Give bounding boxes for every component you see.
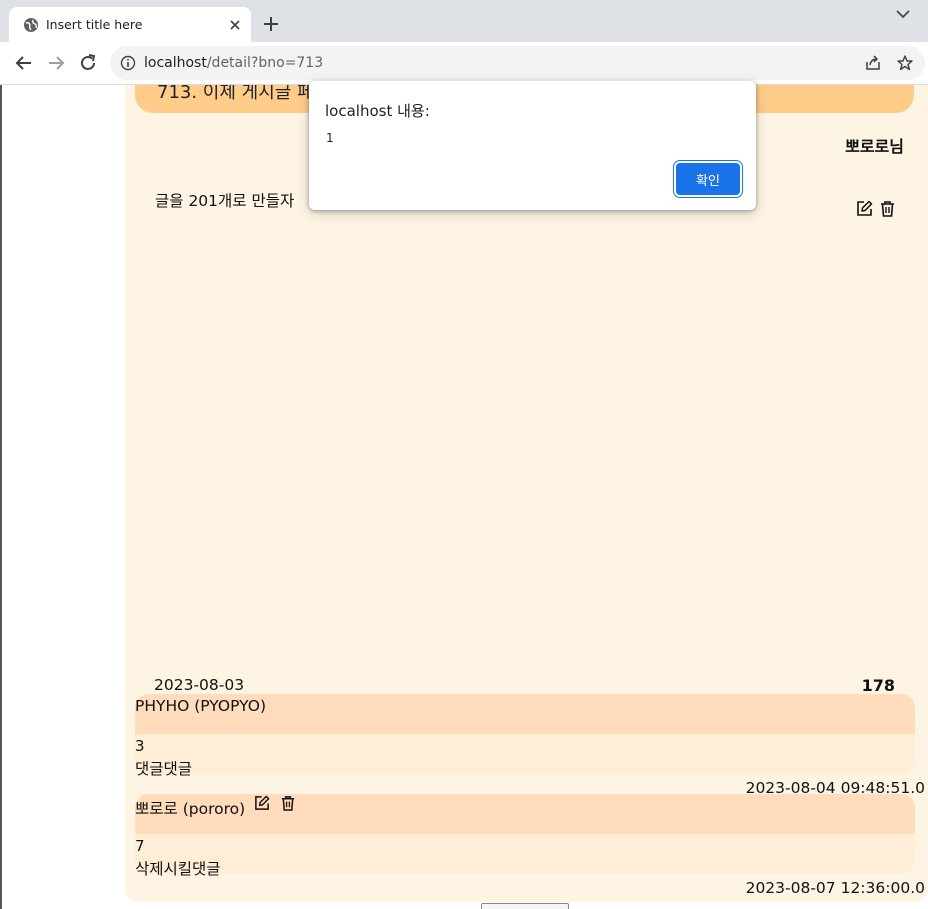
comment-body: 3 댓글댓글 — [135, 734, 915, 778]
comment-body: 7 삭제시킬댓글 — [135, 834, 915, 878]
address-bar[interactable]: localhost/detail?bno=713 — [110, 46, 925, 80]
comment-writer: 뽀로로 (pororo) — [135, 800, 246, 818]
post-author: 뽀로로님 — [845, 137, 904, 156]
edit-icon[interactable] — [254, 795, 270, 811]
comment-number: 3 — [135, 737, 145, 755]
comment-header: 뽀로로 (pororo) — [135, 794, 915, 834]
trash-icon[interactable] — [879, 200, 896, 217]
chevron-down-icon[interactable] — [893, 5, 913, 23]
back-arrow-icon[interactable] — [14, 53, 34, 73]
post-title: 713. 이제 게시글 페 — [157, 85, 314, 103]
info-icon[interactable] — [120, 55, 136, 71]
comment-text: 삭제시킬댓글 — [135, 860, 221, 878]
alert-dialog: localhost 내용: 1 확인 — [309, 81, 756, 210]
forward-arrow-icon[interactable] — [46, 53, 66, 73]
bottom-button[interactable] — [481, 903, 569, 909]
view-count: 178 — [861, 676, 895, 695]
comment-header: PHYHO (PYOPYO) — [135, 694, 915, 734]
comment-writer: PHYHO (PYOPYO) — [135, 697, 267, 715]
globe-icon — [24, 18, 38, 32]
comment-number: 7 — [135, 837, 145, 855]
trash-icon[interactable] — [280, 795, 296, 811]
reload-icon[interactable] — [78, 53, 98, 73]
url-host: localhost — [144, 55, 207, 71]
comment-date: 2023-08-07 12:36:00.0 — [745, 879, 925, 897]
left-edge-divider — [0, 85, 2, 909]
dialog-message: 1 — [326, 131, 334, 145]
share-icon[interactable] — [864, 54, 882, 72]
close-icon[interactable] — [227, 17, 243, 33]
browser-toolbar: localhost/detail?bno=713 — [0, 42, 928, 85]
url-text[interactable]: localhost/detail?bno=713 — [144, 55, 323, 71]
post-date: 2023-08-03 — [154, 676, 245, 694]
dialog-title: localhost 내용: — [325, 102, 430, 120]
comment-text: 댓글댓글 — [135, 760, 193, 778]
tab-title: Insert title here — [46, 17, 143, 32]
tab-strip: Insert title here — [0, 0, 928, 42]
browser-tab[interactable]: Insert title here — [9, 7, 251, 42]
url-path: /detail?bno=713 — [206, 55, 324, 71]
edit-icon[interactable] — [856, 200, 873, 217]
ok-button[interactable]: 확인 — [676, 163, 740, 195]
star-icon[interactable] — [896, 54, 914, 72]
plus-icon[interactable] — [261, 14, 281, 34]
post-content: 글을 201개로 만들자 — [155, 192, 295, 210]
